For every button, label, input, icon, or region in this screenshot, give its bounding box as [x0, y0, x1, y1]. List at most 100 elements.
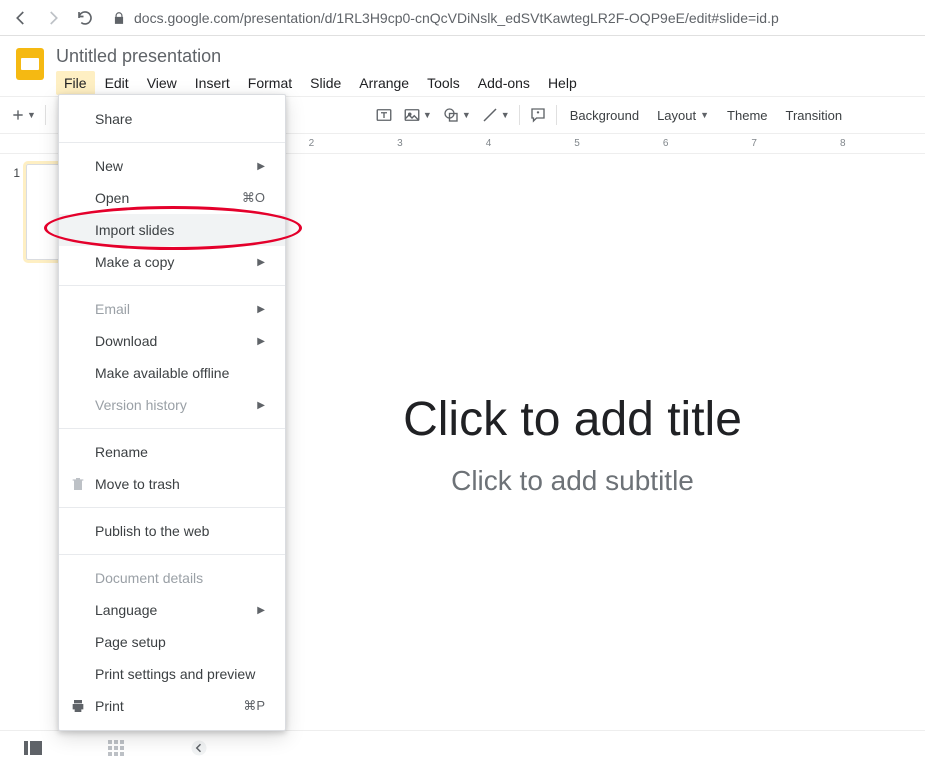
menu-separator [59, 285, 285, 286]
file-menu-dropdown: Share New ▶ Open ⌘O Import slides Make a… [58, 94, 286, 731]
menu-view[interactable]: View [139, 71, 185, 95]
browser-forward-button[interactable] [42, 7, 64, 29]
chevron-down-icon: ▼ [423, 110, 432, 120]
menu-email: Email ▶ [59, 293, 285, 325]
menu-page-setup[interactable]: Page setup [59, 626, 285, 658]
menu-label: New [95, 158, 123, 174]
collapse-panel-button[interactable] [190, 739, 208, 757]
bottom-bar-right [220, 730, 925, 764]
menu-move-trash[interactable]: Move to trash [59, 468, 285, 500]
browser-reload-button[interactable] [74, 7, 96, 29]
submenu-arrow-icon: ▶ [257, 257, 265, 268]
menu-rename[interactable]: Rename [59, 436, 285, 468]
menu-help[interactable]: Help [540, 71, 585, 95]
ruler-tick: 5 [574, 138, 580, 149]
menu-open[interactable]: Open ⌘O [59, 182, 285, 214]
filmstrip-view-icon[interactable] [24, 741, 42, 755]
browser-back-button[interactable] [10, 7, 32, 29]
ruler-tick: 4 [486, 138, 492, 149]
menu-separator [59, 428, 285, 429]
ruler-tick: 8 [840, 138, 846, 149]
image-button[interactable]: ▼ [398, 101, 437, 129]
menu-shortcut: ⌘P [243, 698, 265, 714]
toolbar-separator [556, 105, 557, 125]
menu-addons[interactable]: Add-ons [470, 71, 538, 95]
chevron-down-icon: ▼ [700, 110, 709, 120]
menubar: File Edit View Insert Format Slide Arran… [56, 71, 585, 95]
background-button[interactable]: Background [561, 101, 648, 129]
lock-icon [112, 11, 126, 25]
ruler-tick: 3 [397, 138, 403, 149]
title-placeholder[interactable]: Click to add title [403, 392, 742, 447]
menu-file[interactable]: File [56, 71, 95, 95]
menu-make-copy[interactable]: Make a copy ▶ [59, 246, 285, 278]
submenu-arrow-icon: ▶ [257, 605, 265, 616]
toolbar-separator [519, 105, 520, 125]
bottom-bar [0, 730, 220, 764]
menu-slide[interactable]: Slide [302, 71, 349, 95]
submenu-arrow-icon: ▶ [257, 400, 265, 411]
subtitle-placeholder[interactable]: Click to add subtitle [451, 465, 694, 497]
theme-button[interactable]: Theme [718, 101, 776, 129]
submenu-arrow-icon: ▶ [257, 304, 265, 315]
menu-separator [59, 507, 285, 508]
menu-import-slides[interactable]: Import slides [59, 214, 285, 246]
menu-label: Page setup [95, 634, 166, 650]
grid-view-icon[interactable] [108, 740, 124, 756]
menu-tools[interactable]: Tools [419, 71, 468, 95]
menu-new[interactable]: New ▶ [59, 150, 285, 182]
menu-label: Make available offline [95, 365, 229, 381]
menu-document-details: Document details [59, 562, 285, 594]
chevron-down-icon: ▼ [462, 110, 471, 120]
slide-canvas[interactable]: Click to add title Click to add subtitle [253, 264, 893, 624]
menu-label: Move to trash [95, 476, 180, 492]
slides-logo-icon[interactable] [10, 44, 50, 84]
menu-download[interactable]: Download ▶ [59, 325, 285, 357]
menu-publish-web[interactable]: Publish to the web [59, 515, 285, 547]
chevron-down-icon: ▼ [27, 110, 36, 120]
slide-canvas-area: Click to add title Click to add subtitle [220, 154, 925, 730]
menu-insert[interactable]: Insert [187, 71, 238, 95]
menu-separator [59, 142, 285, 143]
document-title[interactable]: Untitled presentation [56, 44, 585, 69]
comment-button[interactable] [524, 101, 552, 129]
ruler-tick: 2 [309, 138, 315, 149]
menu-format[interactable]: Format [240, 71, 300, 95]
menu-label: Download [95, 333, 157, 349]
menu-make-offline[interactable]: Make available offline [59, 357, 285, 389]
submenu-arrow-icon: ▶ [257, 336, 265, 347]
toolbar-separator [45, 105, 46, 125]
menu-share[interactable]: Share [59, 103, 285, 135]
menu-label: Publish to the web [95, 523, 209, 539]
menu-shortcut: ⌘O [242, 190, 265, 206]
menu-label: Email [95, 301, 130, 317]
menu-print-preview[interactable]: Print settings and preview [59, 658, 285, 690]
browser-chrome: docs.google.com/presentation/d/1RL3H9cp0… [0, 0, 925, 36]
menu-label: Print [95, 698, 124, 714]
menu-version-history: Version history ▶ [59, 389, 285, 421]
menu-separator [59, 554, 285, 555]
transition-button[interactable]: Transition [777, 101, 852, 129]
textbox-button[interactable] [370, 101, 398, 129]
submenu-arrow-icon: ▶ [257, 161, 265, 172]
print-icon [69, 697, 87, 715]
layout-button[interactable]: Layout ▼ [648, 101, 718, 129]
browser-url-text: docs.google.com/presentation/d/1RL3H9cp0… [134, 10, 779, 26]
new-slide-button[interactable]: ▼ [6, 101, 41, 129]
menu-label: Print settings and preview [95, 666, 255, 682]
ruler-tick: 6 [663, 138, 669, 149]
trash-icon [69, 475, 87, 493]
app-header: Untitled presentation File Edit View Ins… [0, 36, 925, 96]
browser-address-bar[interactable]: docs.google.com/presentation/d/1RL3H9cp0… [106, 10, 915, 26]
menu-label: Import slides [95, 222, 174, 238]
menu-print[interactable]: Print ⌘P [59, 690, 285, 722]
shape-button[interactable]: ▼ [437, 101, 476, 129]
menu-language[interactable]: Language ▶ [59, 594, 285, 626]
menu-label: Share [95, 111, 132, 127]
menu-label: Open [95, 190, 129, 206]
line-button[interactable]: ▼ [476, 101, 515, 129]
ruler-tick: 7 [751, 138, 757, 149]
menu-label: Document details [95, 570, 203, 586]
menu-edit[interactable]: Edit [97, 71, 137, 95]
menu-arrange[interactable]: Arrange [351, 71, 417, 95]
